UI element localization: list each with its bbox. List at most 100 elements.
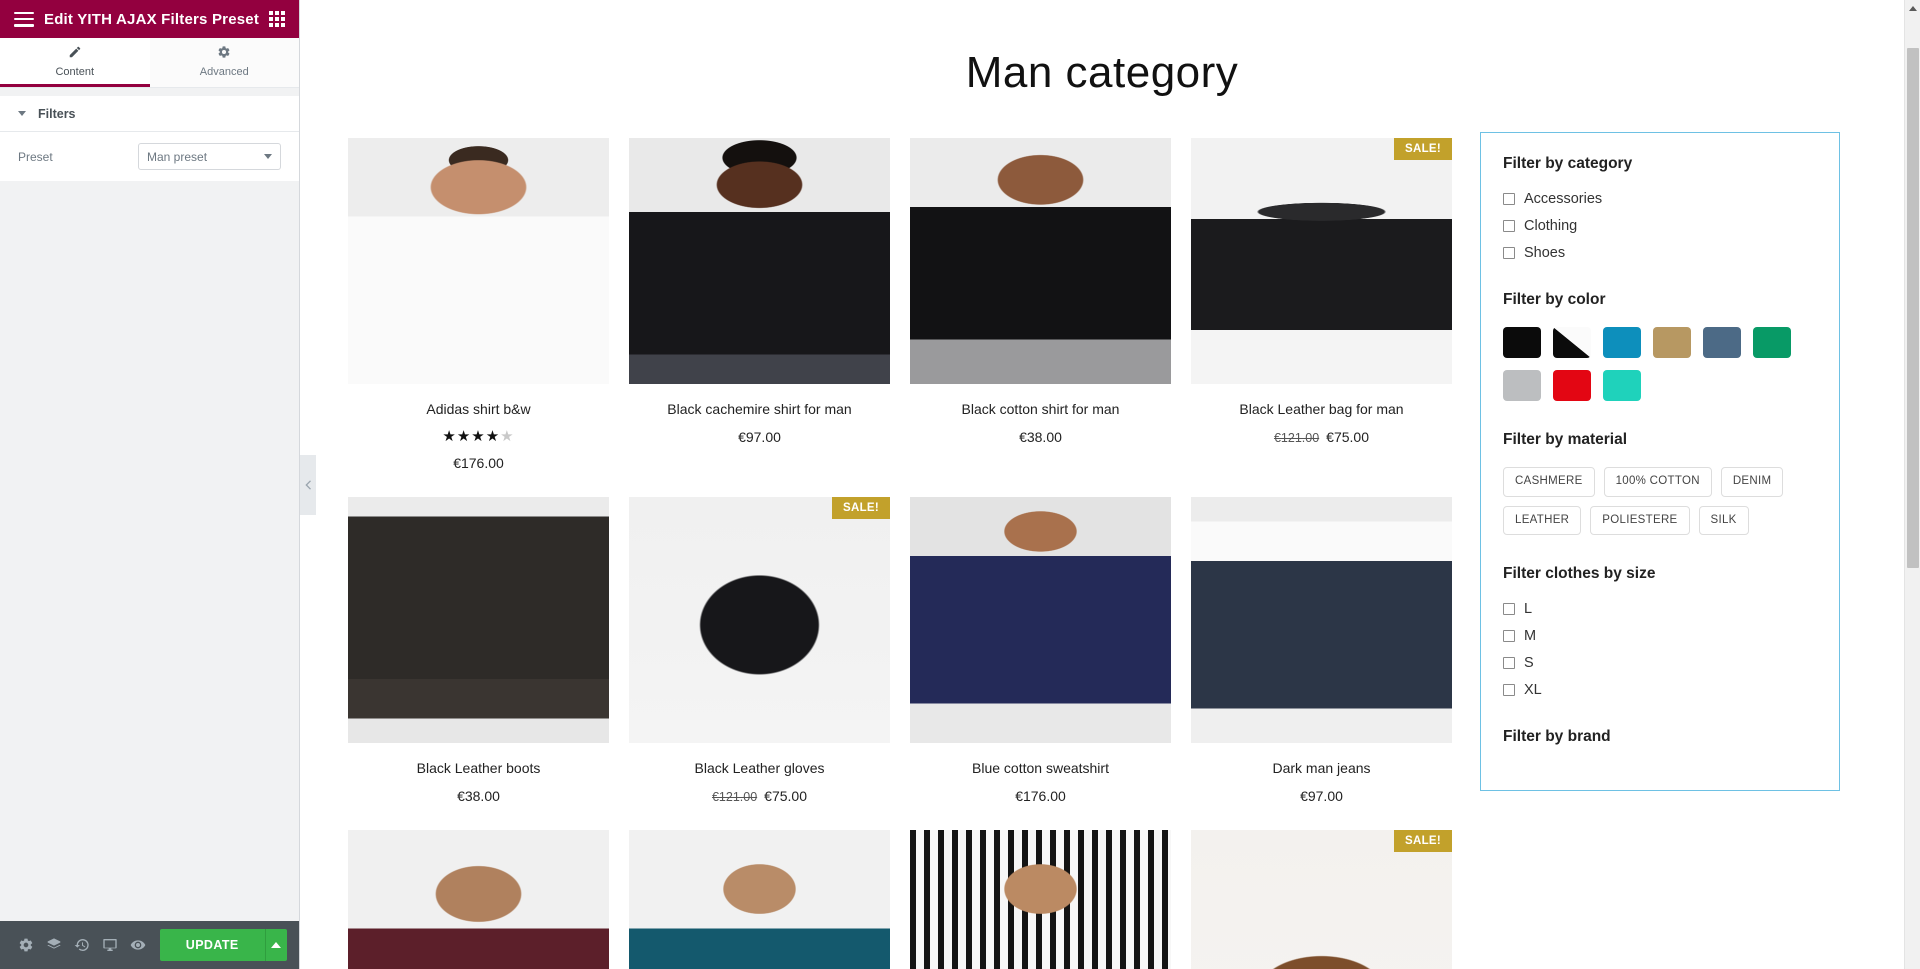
checkbox[interactable] xyxy=(1503,220,1515,232)
product-card[interactable] xyxy=(910,829,1171,969)
settings-gear-icon[interactable] xyxy=(12,921,40,969)
product-card[interactable] xyxy=(348,829,609,969)
product-name[interactable]: Black Leather gloves xyxy=(633,759,886,778)
product-name[interactable]: Black cotton shirt for man xyxy=(914,400,1167,419)
content-wrap: Adidas shirt b&w ★★★★★ €176.00 Black cachem… xyxy=(300,132,1904,969)
section-filters-label: Filters xyxy=(38,106,76,121)
panel-collapse-handle[interactable] xyxy=(300,455,316,515)
product-card[interactable]: Black cotton shirt for man €38.00 xyxy=(910,138,1171,497)
color-swatch-green[interactable] xyxy=(1753,327,1791,358)
checkbox[interactable] xyxy=(1503,603,1515,615)
color-swatch-blue[interactable] xyxy=(1603,327,1641,358)
elementor-editor-panel: Edit YITH AJAX Filters Preset Content Ad… xyxy=(0,0,316,969)
product-current-price: €38.00 xyxy=(1019,428,1062,445)
product-card[interactable]: Black Leather boots €38.00 xyxy=(348,496,609,830)
editor-root: Edit YITH AJAX Filters Preset Content Ad… xyxy=(0,0,1920,969)
checkbox[interactable] xyxy=(1503,684,1515,696)
product-image[interactable] xyxy=(629,829,890,969)
product-card[interactable]: Black cachemire shirt for man €97.00 xyxy=(629,138,890,497)
filter-material-option[interactable]: 100% COTTON xyxy=(1603,467,1712,497)
product-card[interactable]: SALE! Black Leather gloves €121.00 €75.00 xyxy=(629,496,890,830)
filter-size-heading: Filter clothes by size xyxy=(1503,565,1656,582)
filter-category-option[interactable]: Accessories xyxy=(1503,191,1817,207)
scrollbar-up-arrow[interactable] xyxy=(1905,0,1920,17)
checkbox[interactable] xyxy=(1503,193,1515,205)
update-options-button[interactable] xyxy=(264,929,287,961)
product-name[interactable]: Black Leather boots xyxy=(352,759,605,778)
preset-select[interactable]: Man preset xyxy=(138,143,281,170)
color-swatch-grey[interactable] xyxy=(1503,370,1541,401)
product-name[interactable]: Black cachemire shirt for man xyxy=(633,400,886,419)
preview-scrollbar[interactable] xyxy=(1904,0,1920,969)
product-photo xyxy=(910,829,1171,969)
filter-category-option[interactable]: Clothing xyxy=(1503,218,1817,234)
filter-material-option[interactable]: POLIESTERE xyxy=(1590,505,1690,535)
hamburger-icon[interactable] xyxy=(14,11,34,27)
filter-material-option[interactable]: LEATHER xyxy=(1503,505,1582,535)
filter-size-option[interactable]: S xyxy=(1503,655,1817,671)
product-photo xyxy=(910,496,1171,743)
product-name[interactable]: Black Leather bag for man xyxy=(1195,400,1448,419)
product-card[interactable]: SALE! Black Leather bag for man €121.00 €75… xyxy=(1191,138,1452,497)
product-card[interactable] xyxy=(629,829,890,969)
product-current-price: €75.00 xyxy=(1326,428,1369,445)
product-photo xyxy=(629,829,890,969)
tab-content-label: Content xyxy=(55,65,95,78)
filter-size-option[interactable]: M xyxy=(1503,628,1817,644)
product-image[interactable]: SALE! xyxy=(1191,138,1452,384)
color-swatch-denim[interactable] xyxy=(1703,327,1741,358)
navigator-layers-icon[interactable] xyxy=(40,921,68,969)
product-name[interactable]: Dark man jeans xyxy=(1195,759,1448,778)
filter-material-option[interactable]: CASHMERE xyxy=(1503,467,1595,497)
filter-category-option[interactable]: Shoes xyxy=(1503,245,1817,261)
checkbox[interactable] xyxy=(1503,630,1515,642)
product-card[interactable]: Dark man jeans €97.00 xyxy=(1191,496,1452,830)
responsive-monitor-icon[interactable] xyxy=(96,921,124,969)
color-swatch-black[interactable] xyxy=(1503,327,1541,358)
product-image[interactable] xyxy=(348,138,609,384)
product-card[interactable]: Blue cotton sweatshirt €176.00 xyxy=(910,496,1171,830)
tab-content[interactable]: Content xyxy=(0,38,150,87)
filter-category-heading: Filter by category xyxy=(1503,155,1633,172)
product-name[interactable]: Adidas shirt b&w xyxy=(352,400,605,419)
panel-title: Edit YITH AJAX Filters Preset xyxy=(43,10,260,28)
checkbox[interactable] xyxy=(1503,247,1515,259)
history-icon[interactable] xyxy=(68,921,96,969)
preview-eye-icon[interactable] xyxy=(124,921,152,969)
product-photo xyxy=(348,496,609,743)
product-image[interactable] xyxy=(910,829,1171,969)
product-name[interactable]: Blue cotton sweatshirt xyxy=(914,759,1167,778)
product-grid-column: Adidas shirt b&w ★★★★★ €176.00 Black cachem… xyxy=(348,138,1452,969)
filter-size-option[interactable]: L xyxy=(1503,601,1817,617)
filter-material-option[interactable]: SILK xyxy=(1698,505,1749,535)
product-image[interactable] xyxy=(910,138,1171,384)
color-swatch-black-and-white[interactable] xyxy=(1553,327,1591,358)
product-image[interactable] xyxy=(910,496,1171,743)
section-filters[interactable]: Filters xyxy=(0,96,299,132)
chevron-left-icon xyxy=(305,480,311,490)
color-swatch-beige[interactable] xyxy=(1653,327,1691,358)
product-old-price: €121.00 xyxy=(1273,430,1320,445)
product-image[interactable] xyxy=(629,138,890,384)
color-swatch-red[interactable] xyxy=(1553,370,1591,401)
filter-size-option[interactable]: XL xyxy=(1503,682,1817,698)
product-image[interactable]: SALE! xyxy=(1191,829,1452,969)
product-grid: Adidas shirt b&w ★★★★★ €176.00 Black cachem… xyxy=(348,138,1452,969)
tab-advanced-label: Advanced xyxy=(199,65,249,78)
product-price: €97.00 xyxy=(1191,788,1452,804)
product-image[interactable]: SALE! xyxy=(629,496,890,743)
product-current-price: €38.00 xyxy=(457,787,500,804)
product-image[interactable] xyxy=(348,496,609,743)
product-card[interactable]: SALE! xyxy=(1191,829,1452,969)
update-button[interactable]: UPDATE xyxy=(159,929,265,961)
filter-material-option[interactable]: DENIM xyxy=(1720,467,1784,497)
scrollbar-thumb[interactable] xyxy=(1907,48,1919,568)
product-price: €121.00 €75.00 xyxy=(1191,429,1452,445)
checkbox[interactable] xyxy=(1503,657,1515,669)
grid-apps-icon[interactable] xyxy=(269,11,285,27)
color-swatch-turquoise[interactable] xyxy=(1603,370,1641,401)
product-image[interactable] xyxy=(1191,496,1452,743)
product-image[interactable] xyxy=(348,829,609,969)
tab-advanced[interactable]: Advanced xyxy=(149,38,299,87)
product-card[interactable]: Adidas shirt b&w ★★★★★ €176.00 xyxy=(348,138,609,497)
